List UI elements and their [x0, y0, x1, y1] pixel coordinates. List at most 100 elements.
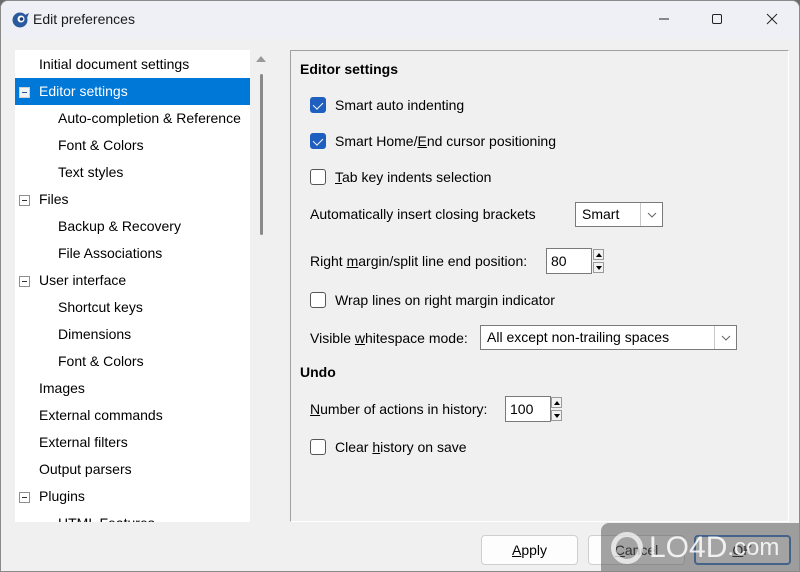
tree-item[interactable]: HTML Features: [15, 510, 250, 522]
tree-item[interactable]: Font & Colors: [15, 348, 250, 375]
tree-item-label: User interface: [39, 272, 127, 288]
tree-item-label: External commands: [39, 407, 163, 423]
watermark-logo-icon: [611, 532, 643, 564]
tab-indents-checkbox[interactable]: Tab key indents selection: [310, 165, 491, 189]
tree-item[interactable]: External filters: [15, 429, 250, 456]
tree-item[interactable]: External commands: [15, 402, 250, 429]
smart-home-end-checkbox[interactable]: Smart Home/End cursor positioning: [310, 129, 556, 153]
apply-button[interactable]: Apply: [481, 535, 578, 565]
checkbox-label: Wrap lines on right margin indicator: [335, 292, 555, 308]
arrow-down-icon: [553, 413, 560, 418]
closing-brackets-dropdown[interactable]: Smart: [575, 202, 663, 227]
collapse-icon[interactable]: [19, 87, 30, 98]
minimize-button[interactable]: [641, 1, 687, 37]
undo-heading: Undo: [300, 364, 336, 380]
scrollbar-thumb[interactable]: [260, 74, 263, 235]
arrow-down-icon: [595, 265, 602, 270]
dropdown-value: All except non-trailing spaces: [487, 329, 670, 345]
arrow-up-icon: [595, 252, 602, 257]
checkbox-label: Clear history on save: [335, 439, 467, 455]
minimize-icon: [659, 18, 669, 20]
smart-auto-indent-checkbox[interactable]: Smart auto indenting: [310, 93, 464, 117]
tree-item-label: Files: [39, 191, 69, 207]
history-count-label: Number of actions in history:: [310, 397, 487, 421]
tree-item[interactable]: Files: [15, 186, 250, 213]
chevron-down-icon[interactable]: [640, 203, 662, 226]
close-button[interactable]: [749, 1, 795, 37]
chevron-down-icon[interactable]: [714, 326, 736, 349]
decrement-button[interactable]: [551, 410, 562, 421]
tree-item-label: Shortcut keys: [58, 299, 143, 315]
tree-item[interactable]: Editor settings: [15, 78, 250, 105]
label-text: Automatically insert closing brackets: [310, 206, 536, 222]
increment-button[interactable]: [551, 397, 562, 408]
checkbox-box[interactable]: [310, 97, 326, 113]
tree-item-label: Font & Colors: [58, 137, 144, 153]
checkbox-box[interactable]: [310, 439, 326, 455]
watermark-text: LO4D: [649, 531, 728, 564]
checkbox-box[interactable]: [310, 133, 326, 149]
tree-item[interactable]: Initial document settings: [15, 51, 250, 78]
tree-item-label: HTML Features: [58, 510, 155, 522]
label-text: Visible whitespace mode:: [310, 330, 468, 346]
right-margin-spinbox[interactable]: 80: [546, 248, 592, 274]
history-count-stepper[interactable]: [551, 397, 562, 421]
app-logo-icon: [12, 12, 29, 28]
collapse-icon[interactable]: [19, 492, 30, 503]
tree-item-label: Images: [39, 380, 85, 396]
tree-item[interactable]: Font & Colors: [15, 132, 250, 159]
checkbox-label: Smart Home/End cursor positioning: [335, 133, 556, 149]
arrow-up-icon: [553, 400, 560, 405]
maximize-icon: [712, 14, 722, 24]
category-tree[interactable]: Initial document settings Editor settings…: [15, 50, 250, 522]
collapse-icon[interactable]: [19, 276, 30, 287]
tree-item[interactable]: Shortcut keys: [15, 294, 250, 321]
whitespace-mode-dropdown[interactable]: All except non-trailing spaces: [480, 325, 737, 350]
tree-item[interactable]: Plugins: [15, 483, 250, 510]
collapse-icon[interactable]: [19, 195, 30, 206]
dropdown-value: Smart: [582, 206, 620, 222]
title-bar[interactable]: Edit preferences: [1, 1, 799, 39]
tree-item-label: Initial document settings: [39, 56, 190, 72]
tree-item[interactable]: Dimensions: [15, 321, 250, 348]
tree-item-label: External filters: [39, 434, 128, 450]
window-title: Edit preferences: [33, 11, 135, 27]
tree-item-label: Auto-completion & Reference: [58, 110, 241, 126]
scroll-up-arrow-icon[interactable]: [256, 56, 266, 62]
settings-panel: Editor settings Smart auto indenting Sma…: [290, 50, 789, 522]
close-icon: [766, 13, 778, 25]
tree-item-label: Backup & Recovery: [58, 218, 181, 234]
label-text: Right margin/split line end position:: [310, 253, 528, 269]
increment-button[interactable]: [593, 249, 604, 260]
button-label: Apply: [511, 542, 548, 558]
checkbox-box[interactable]: [310, 292, 326, 308]
right-margin-stepper[interactable]: [593, 249, 604, 273]
spinbox-value: 80: [551, 253, 567, 269]
tree-item-label: Text styles: [58, 164, 124, 180]
tree-item-label: Dimensions: [58, 326, 132, 342]
tree-item-label: File Associations: [58, 245, 163, 261]
checkbox-box[interactable]: [310, 169, 326, 185]
preferences-dialog: Edit preferences Initial document settin…: [0, 0, 800, 572]
tree-item[interactable]: Images: [15, 375, 250, 402]
history-count-spinbox[interactable]: 100: [505, 396, 551, 422]
maximize-button[interactable]: [694, 1, 740, 37]
label-text: Number of actions in history:: [310, 401, 488, 417]
tree-item[interactable]: User interface: [15, 267, 250, 294]
tree-item-label: Editor settings: [39, 83, 128, 99]
spinbox-value: 100: [510, 401, 534, 417]
decrement-button[interactable]: [593, 262, 604, 273]
whitespace-mode-label: Visible whitespace mode:: [310, 326, 468, 350]
tree-item[interactable]: Auto-completion & Reference: [15, 105, 250, 132]
tree-item-label: Font & Colors: [58, 353, 144, 369]
wrap-lines-checkbox[interactable]: Wrap lines on right margin indicator: [310, 288, 555, 312]
watermark-suffix: .com: [727, 534, 780, 561]
tree-item[interactable]: File Associations: [15, 240, 250, 267]
lo4d-watermark: LO4D .com: [601, 523, 799, 571]
clear-history-checkbox[interactable]: Clear history on save: [310, 435, 467, 459]
tree-scrollbar[interactable]: [253, 50, 269, 522]
editor-settings-heading: Editor settings: [300, 61, 399, 77]
tree-item[interactable]: Output parsers: [15, 456, 250, 483]
tree-item[interactable]: Text styles: [15, 159, 250, 186]
tree-item[interactable]: Backup & Recovery: [15, 213, 250, 240]
